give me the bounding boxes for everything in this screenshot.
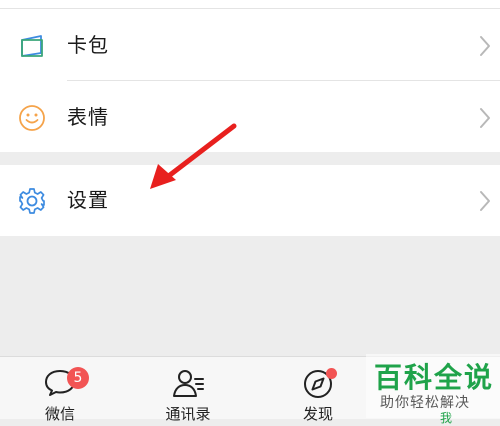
watermark-subtitle: 助你轻松解决	[380, 395, 470, 411]
new-content-dot	[326, 368, 337, 379]
watermark-title: 百科全说	[374, 361, 495, 394]
tab-contacts[interactable]: 通讯录	[128, 357, 248, 423]
tab-label-chats: 微信	[44, 405, 75, 423]
tab-label-contacts: 通讯录	[165, 405, 211, 423]
tab-label-discover: 发现	[302, 405, 333, 423]
me-page-screen: 卡包 表情 设置 5 微信 通讯录 发现 百科全说 助你轻松解决 我	[0, 0, 500, 425]
unread-badge: 5	[67, 367, 89, 389]
tab-chats[interactable]: 5 微信	[0, 357, 120, 423]
contacts-icon	[173, 370, 204, 397]
watermark-logo: 百科全说 助你轻松解决 我	[366, 354, 500, 425]
tab-discover[interactable]: 发现	[258, 357, 378, 423]
